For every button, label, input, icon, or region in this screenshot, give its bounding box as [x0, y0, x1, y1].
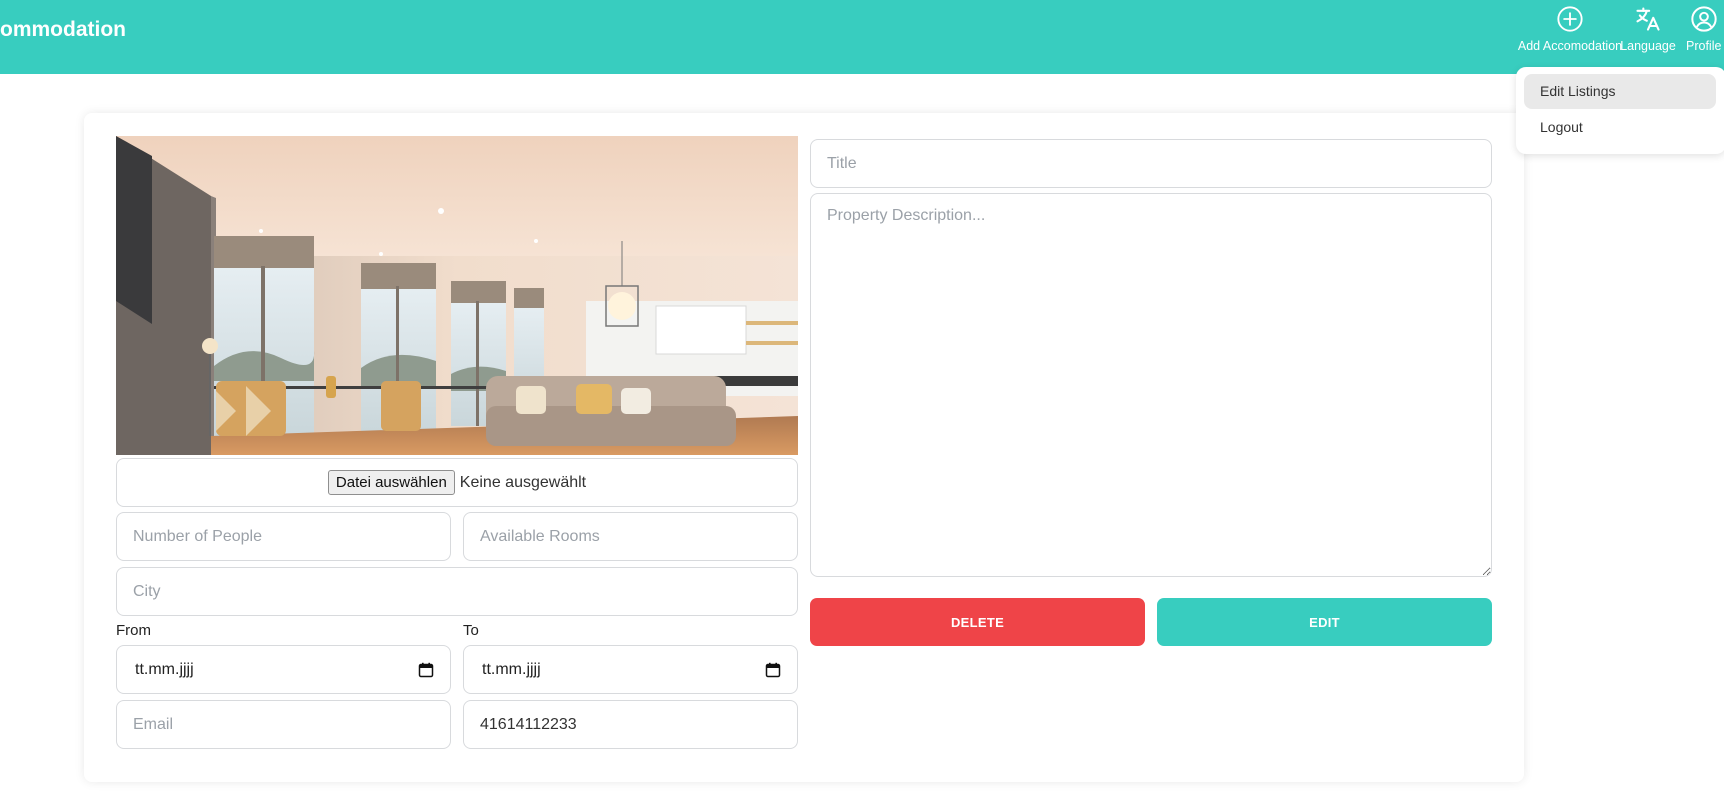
top-navbar: ommodation Add Accomodation Language Pro…: [0, 0, 1724, 74]
number-of-people-input[interactable]: [116, 512, 451, 561]
edit-button[interactable]: EDIT: [1157, 598, 1492, 646]
language-button[interactable]: Language: [1618, 5, 1678, 65]
file-status-text: Keine ausgewählt: [459, 473, 587, 491]
delete-button[interactable]: DELETE: [810, 598, 1145, 646]
property-photo: [116, 136, 798, 455]
plus-circle-icon: [1557, 6, 1583, 32]
title-input[interactable]: [810, 139, 1492, 188]
to-label: To: [463, 622, 479, 639]
property-description-textarea[interactable]: [810, 193, 1492, 577]
available-rooms-input[interactable]: [463, 512, 798, 561]
city-input[interactable]: [116, 567, 798, 616]
email-input[interactable]: [116, 700, 451, 749]
translate-icon: [1636, 7, 1660, 31]
phone-input[interactable]: [463, 700, 798, 749]
profile-dropdown-menu: Edit Listings Logout: [1516, 67, 1724, 154]
menu-item-edit-listings[interactable]: Edit Listings: [1524, 74, 1716, 109]
profile-button[interactable]: Profile: [1686, 5, 1724, 65]
from-date-value: tt.mm.jjjj: [135, 660, 194, 678]
edit-listing-card: Datei auswählen Keine ausgewählt From To…: [84, 113, 1524, 782]
add-accommodation-label: Add Accomodation: [1517, 39, 1623, 53]
user-circle-icon: [1691, 6, 1717, 32]
image-upload-field[interactable]: Datei auswählen Keine ausgewählt: [116, 458, 798, 507]
menu-item-logout[interactable]: Logout: [1524, 110, 1716, 145]
profile-label: Profile: [1686, 39, 1722, 53]
from-label: From: [116, 622, 151, 639]
calendar-icon[interactable]: [765, 662, 781, 678]
brand-title[interactable]: ommodation: [0, 18, 126, 42]
to-date-value: tt.mm.jjjj: [482, 660, 541, 678]
language-label: Language: [1620, 39, 1676, 53]
calendar-icon[interactable]: [418, 662, 434, 678]
from-date-input[interactable]: tt.mm.jjjj: [116, 645, 451, 694]
choose-file-button[interactable]: Datei auswählen: [327, 470, 455, 495]
to-date-input[interactable]: tt.mm.jjjj: [463, 645, 798, 694]
